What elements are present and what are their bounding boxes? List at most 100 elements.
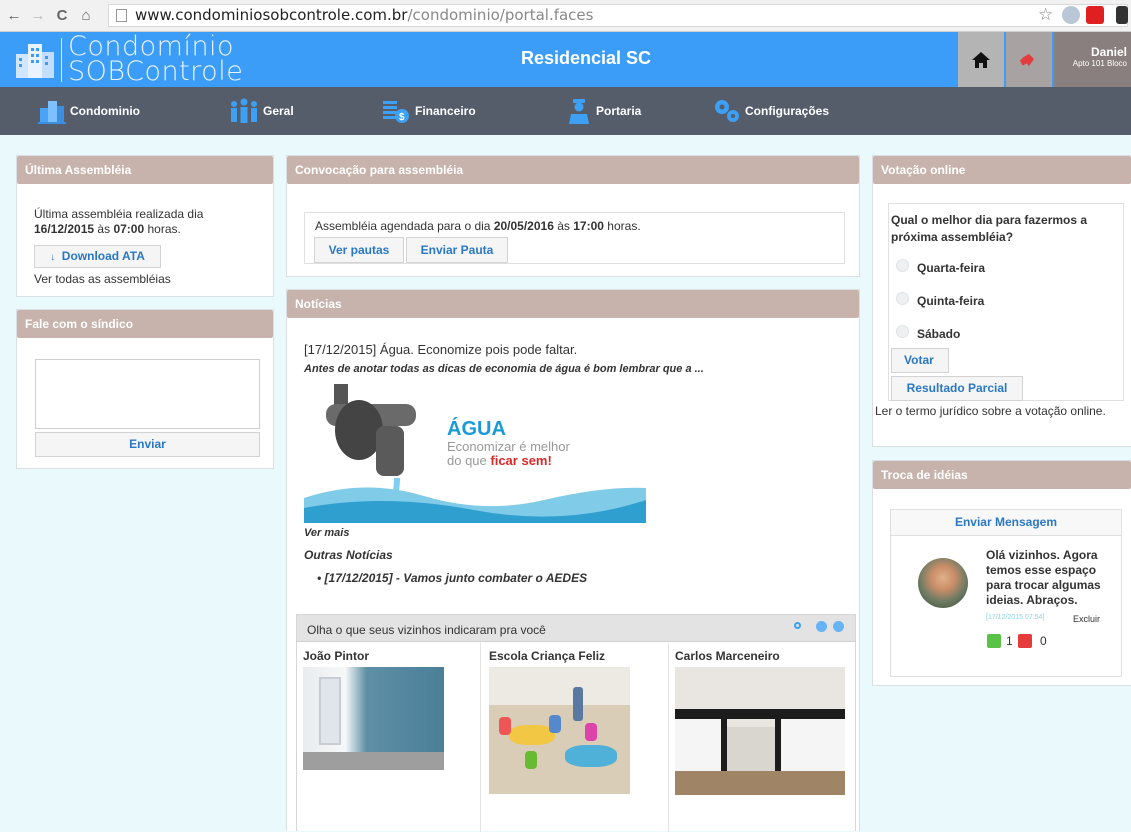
cabinet-shape	[775, 719, 845, 771]
carousel-next-icon[interactable]	[833, 621, 844, 632]
enviar-pauta-button[interactable]: Enviar Pauta	[406, 237, 508, 263]
bookmark-star-icon[interactable]: ☆	[1038, 5, 1053, 25]
like-count: 1	[1006, 634, 1013, 648]
nav-configuracoes[interactable]: Configurações	[713, 87, 829, 135]
convocacao-panel: Convocação para assembléia Assembléia ag…	[286, 155, 860, 277]
option-radio[interactable]	[896, 292, 909, 305]
nav-condominio[interactable]: Condominio	[38, 87, 140, 135]
votar-button[interactable]: Votar	[891, 348, 949, 373]
enviar-button[interactable]: Enviar	[35, 432, 260, 457]
news-image[interactable]: ÁGUA Economizar é melhor do que ficar se…	[304, 378, 646, 523]
excluir-link[interactable]: Excluir	[1073, 614, 1100, 624]
ver-todas-assembleias-link[interactable]: Ver todas as assembléias	[34, 272, 171, 286]
download-ata-label: Download ATA	[61, 249, 145, 263]
indicacao-card[interactable]: Escola Criança Feliz	[487, 643, 669, 832]
site-title: Residencial SC	[520, 48, 652, 68]
main-nav: Condominio Geral $ Financeiro Portaria C…	[0, 87, 1131, 135]
home-icon[interactable]: ⌂	[76, 7, 96, 24]
teacher-shape	[573, 687, 583, 721]
floor-shape	[303, 752, 444, 770]
user-name: Daniel	[1090, 45, 1127, 59]
outras-noticias-list: • [17/12/2015] - Vamos junto combater o …	[317, 571, 588, 585]
child-shape	[525, 751, 537, 769]
home-button[interactable]	[958, 32, 1004, 87]
resultado-parcial-button[interactable]: Resultado Parcial	[891, 376, 1023, 401]
building-icon	[38, 101, 66, 124]
address-bar[interactable]: www.condominiosobcontrole.com.br/condomi…	[108, 4, 1128, 27]
termo-juridico-link[interactable]: Ler o termo jurídico sobre a votação onl…	[875, 404, 1115, 419]
carousel-prev-icon[interactable]	[816, 621, 827, 632]
ultima-assembleia-panel: Última Assembléia Última assembléia real…	[16, 155, 274, 297]
nav-portaria[interactable]: Portaria	[566, 87, 641, 135]
indicacao-card[interactable]: Carlos Marceneiro	[673, 643, 855, 832]
page-icon	[116, 9, 127, 22]
panel-title: Votação online	[873, 156, 1131, 184]
indicacoes-title: Olha o que seus vizinhos indicaram pra v…	[307, 623, 546, 637]
logo-divider	[61, 38, 62, 82]
message-text: Olá vizinhos. Agora temos esse espaço pa…	[986, 548, 1101, 607]
convocacao-as: às	[557, 219, 570, 233]
news-headline[interactable]: [17/12/2015] Água. Economize pois pode f…	[304, 342, 577, 357]
convocacao-horas: horas.	[607, 219, 641, 233]
thumbs-down-icon[interactable]	[1018, 634, 1032, 648]
enviar-mensagem-button[interactable]: Enviar Mensagem	[891, 510, 1121, 536]
user-menu[interactable]: Daniel Apto 101 Bloco	[1054, 32, 1131, 87]
carousel-dot-icon[interactable]	[794, 622, 801, 629]
ultima-as: às	[97, 222, 111, 236]
message-textarea[interactable]	[35, 359, 260, 429]
panel-title: Convocação para assembléia	[287, 156, 859, 184]
votacao-question: Qual o melhor dia para fazermos a próxim…	[891, 213, 1088, 244]
ver-mais-link[interactable]: Ver mais	[304, 527, 349, 539]
indicacao-card[interactable]: João Pintor	[301, 643, 481, 832]
logo-text[interactable]: Condomínio SOBControle	[68, 33, 244, 87]
option-label[interactable]: Quarta-feira	[917, 261, 985, 275]
forward-arrow-icon[interactable]: →	[28, 7, 48, 24]
doorman-icon	[569, 99, 589, 124]
alerts-button[interactable]	[1006, 32, 1052, 87]
option-label[interactable]: Sábado	[917, 327, 960, 341]
child-shape	[549, 715, 561, 733]
option-label[interactable]: Quinta-feira	[917, 294, 984, 308]
nav-geral[interactable]: Geral	[229, 87, 294, 135]
thumbs-up-icon[interactable]	[987, 634, 1001, 648]
nav-financeiro[interactable]: $ Financeiro	[381, 87, 476, 135]
votacao-panel: Votação online Qual o melhor dia para fa…	[872, 155, 1131, 447]
people-icon	[231, 98, 257, 123]
news-image-line2-b: ficar sem!	[490, 453, 552, 468]
fale-sindico-panel: Fale com o síndico Enviar	[16, 309, 274, 469]
message-timestamp: [17/12/2015 07:54]	[986, 614, 1045, 621]
menu-icon[interactable]	[1116, 6, 1128, 24]
convocacao-box: Assembléia agendada para o dia 20/05/201…	[304, 212, 845, 264]
indicacao-image	[489, 667, 630, 794]
indicacoes-panel: Olha o que seus vizinhos indicaram pra v…	[296, 614, 856, 832]
ultima-date: 16/12/2015	[34, 222, 95, 236]
convocacao-lead: Assembléia agendada para o dia	[315, 219, 491, 233]
ultima-horas: horas.	[147, 222, 181, 236]
panel-title: Última Assembléia	[17, 156, 273, 184]
wall-shape	[489, 667, 630, 705]
ultima-line1: Última assembléia realizada dia	[34, 207, 204, 221]
nav-financeiro-label: Financeiro	[415, 104, 476, 118]
indicacoes-header: Olha o que seus vizinhos indicaram pra v…	[297, 615, 855, 642]
indicacao-image	[675, 667, 845, 795]
news-image-line2-a: do que	[447, 453, 487, 468]
extension-icon[interactable]	[1062, 6, 1080, 24]
logo-buildings-icon	[16, 44, 54, 78]
gears-icon	[715, 100, 739, 122]
countertop-shape	[675, 709, 845, 719]
download-arrow-icon: ↓	[50, 252, 56, 263]
url-host: www.condominiosobcontrole.com.br	[135, 6, 408, 24]
option-radio[interactable]	[896, 325, 909, 338]
youtube-extension-icon[interactable]	[1086, 6, 1104, 24]
option-radio[interactable]	[896, 259, 909, 272]
panel-title: Fale com o síndico	[17, 310, 273, 338]
logo-line-2: SOBControle	[68, 56, 244, 87]
troca-box: Enviar Mensagem Olá vizinhos. Agora temo…	[890, 509, 1122, 677]
reload-icon[interactable]: C	[52, 7, 72, 24]
outras-noticia-item[interactable]: [17/12/2015] - Vamos junto combater o AE…	[325, 571, 588, 585]
votacao-box: Qual o melhor dia para fazermos a próxim…	[888, 203, 1124, 401]
floor-shape	[675, 771, 845, 795]
download-ata-button[interactable]: ↓ Download ATA	[34, 245, 161, 268]
ver-pautas-button[interactable]: Ver pautas	[314, 237, 404, 263]
back-arrow-icon[interactable]: ←	[4, 7, 24, 24]
